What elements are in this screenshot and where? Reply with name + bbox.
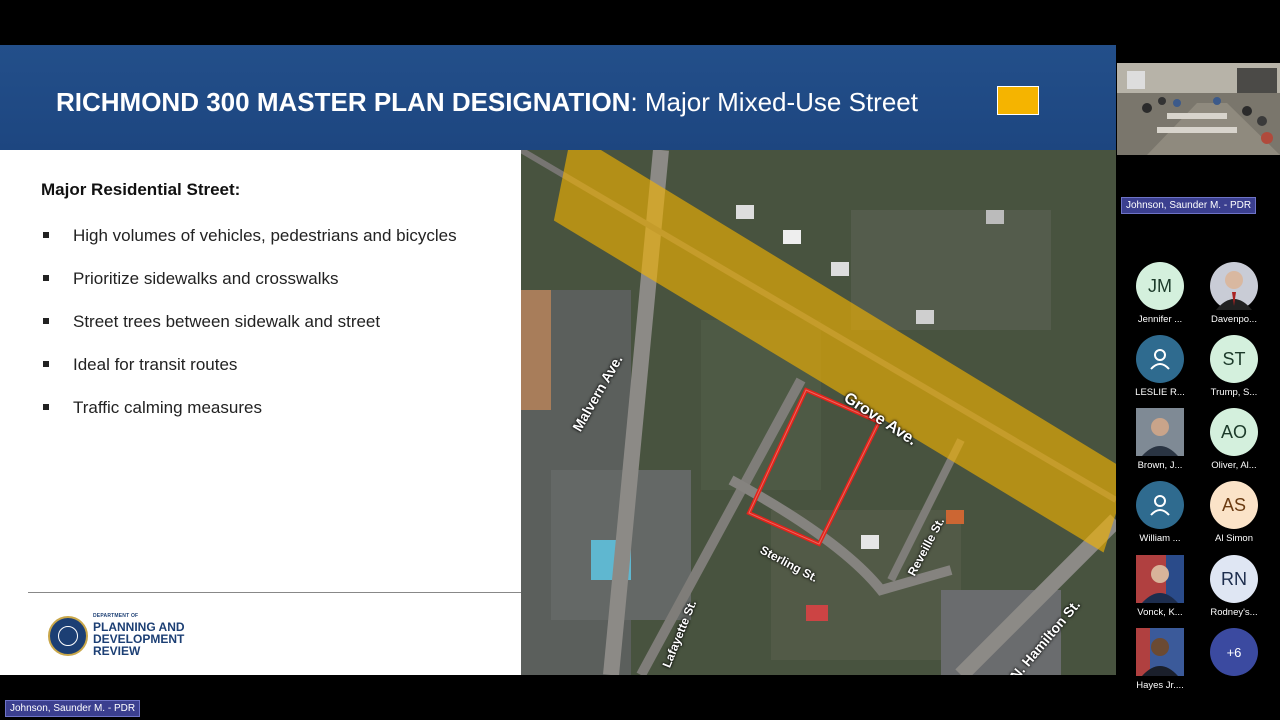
bullet-item: High volumes of vehicles, pedestrians an… [41, 226, 457, 269]
avatar: ST [1210, 335, 1258, 383]
avatar-photo [1136, 408, 1184, 456]
bullet-item: Prioritize sidewalks and crosswalks [41, 269, 457, 312]
section-heading: Major Residential Street: [41, 180, 241, 199]
participant-tile[interactable]: JM Jennifer ... [1116, 262, 1186, 325]
participant-name: Rodney's... [1210, 607, 1258, 618]
avatar [1136, 335, 1184, 383]
bullet-item: Street trees between sidewalk and street [41, 312, 457, 355]
avatar: AO [1210, 408, 1258, 456]
footer-divider [28, 592, 521, 593]
avatar: JM [1136, 262, 1184, 310]
participant-tile[interactable]: Brown, J... [1116, 408, 1186, 471]
active-speaker-video[interactable] [1117, 63, 1280, 155]
person-photo-icon [1136, 628, 1184, 676]
presenter-name-label: Johnson, Saunder M. - PDR [5, 700, 141, 717]
participant-name: Oliver, Al... [1211, 460, 1257, 471]
department-name: PLANNING AND DEVELOPMENT REVIEW [93, 620, 185, 658]
meeting-room-video-icon [1117, 63, 1280, 155]
user-icon [1150, 495, 1170, 516]
participant-name: Davenpo... [1211, 314, 1257, 325]
participant-name: Hayes Jr.... [1136, 680, 1184, 691]
participant-tile[interactable]: AS Al Simon [1190, 481, 1260, 544]
bullet-square-icon [43, 318, 49, 324]
aerial-map-graphic [521, 150, 1116, 675]
participant-tile[interactable]: Davenpo... [1190, 262, 1260, 325]
aerial-map: Grove Ave. Malvern Ave. Sterling St. Rev… [521, 150, 1116, 675]
slide-header: RICHMOND 300 MASTER PLAN DESIGNATION: Ma… [0, 45, 1116, 150]
department-label: DEPARTMENT OF [93, 613, 139, 619]
shared-slide: RICHMOND 300 MASTER PLAN DESIGNATION: Ma… [0, 45, 1116, 675]
bullet-square-icon [43, 232, 49, 238]
person-photo-icon [1136, 408, 1184, 456]
avatar-photo [1136, 555, 1184, 603]
active-speaker-name: Johnson, Saunder M. - PDR [1121, 197, 1257, 214]
bullet-square-icon [43, 275, 49, 281]
avatar: RN [1210, 555, 1258, 603]
city-seal-icon [48, 616, 88, 656]
user-icon [1150, 349, 1170, 370]
participant-tile[interactable]: AO Oliver, Al... [1190, 408, 1260, 471]
person-photo-icon [1136, 555, 1184, 603]
bullet-item: Ideal for transit routes [41, 355, 457, 398]
participant-tile[interactable]: LESLIE R... [1116, 335, 1186, 398]
bullet-list: High volumes of vehicles, pedestrians an… [41, 226, 457, 441]
participant-tile[interactable]: Hayes Jr.... [1116, 628, 1186, 691]
avatar-photo [1210, 262, 1258, 310]
avatar-photo [1136, 628, 1184, 676]
bullet-square-icon [43, 361, 49, 367]
person-photo-icon [1216, 271, 1252, 310]
bullet-square-icon [43, 404, 49, 410]
avatar: AS [1210, 481, 1258, 529]
participant-tile[interactable]: Vonck, K... [1116, 555, 1186, 618]
participant-tile[interactable]: ST Trump, S... [1190, 335, 1260, 398]
bullet-item: Traffic calming measures [41, 398, 457, 441]
participant-name: Al Simon [1214, 533, 1253, 544]
participant-name: Trump, S... [1210, 387, 1258, 398]
legend-swatch [997, 86, 1039, 115]
more-participants-button[interactable]: +6 [1210, 628, 1258, 676]
slide-text-panel: Major Residential Street: High volumes o… [0, 150, 521, 675]
participant-tile[interactable]: William ... [1116, 481, 1186, 544]
slide-title: RICHMOND 300 MASTER PLAN DESIGNATION: Ma… [56, 87, 918, 117]
participant-tile[interactable]: RN Rodney's... [1190, 555, 1260, 618]
avatar [1136, 481, 1184, 529]
